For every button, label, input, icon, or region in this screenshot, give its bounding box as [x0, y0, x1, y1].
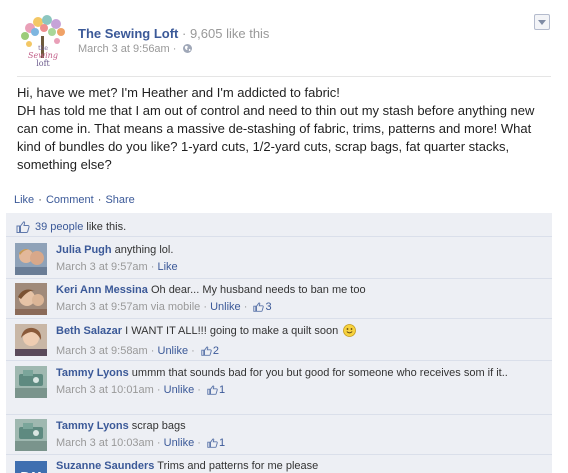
comment-link[interactable]: Comment — [46, 194, 94, 206]
message-line: Hi, have we met? I'm Heather and I'm add… — [17, 85, 340, 100]
thumbs-up-icon — [16, 221, 30, 236]
comment-meta: March 3 at 9:58am · Unlike · 2 — [56, 344, 546, 361]
comment-like-count[interactable]: 2 — [213, 345, 219, 357]
comment-author[interactable]: Beth Salazar — [56, 325, 122, 337]
like-link[interactable]: Like — [14, 194, 34, 206]
comment-author[interactable]: Tammy Lyons — [56, 367, 129, 379]
comment-author[interactable]: Julia Pugh — [56, 244, 112, 256]
feedback-section: 39 people like this. Julia Pugh anything… — [6, 213, 552, 473]
comment-text: anything lol. — [111, 244, 174, 256]
svg-text:loft: loft — [36, 59, 50, 68]
comment-time[interactable]: March 3 at 9:58am — [56, 345, 148, 357]
chevron-down-icon — [538, 20, 546, 25]
message-line: DH has told me that I am out of control … — [17, 103, 535, 172]
thumbs-up-icon — [207, 385, 218, 400]
comment: Keri Ann Messina Oh dear... My husband n… — [6, 279, 552, 319]
comment-meta: March 3 at 9:57am · Like — [56, 261, 178, 273]
comment-author[interactable]: Keri Ann Messina — [56, 284, 148, 296]
comment-author[interactable]: Tammy Lyons — [56, 420, 129, 432]
page-likes-count: · 9,605 like this — [178, 26, 270, 41]
comment: Beth Salazar I WANT IT ALL!!! going to m… — [6, 319, 552, 361]
avatar[interactable] — [15, 283, 47, 315]
post-timestamp[interactable]: March 3 at 9:56am — [78, 43, 170, 55]
comment-meta: March 3 at 10:01am · Unlike · 1 — [56, 383, 546, 400]
comment-time[interactable]: March 3 at 10:03am — [56, 437, 154, 449]
comment-unlike-link[interactable]: Unlike — [210, 301, 241, 313]
post-meta: March 3 at 9:56am · — [78, 43, 193, 57]
thumbs-up-icon — [207, 438, 218, 453]
comment-text: Trims and patterns for me please — [154, 460, 319, 472]
facebook-post: the Sewing loft The Sewing Loft · 9,605 … — [0, 0, 568, 473]
post-actions: Like · Comment · Share — [14, 194, 135, 206]
thumbs-up-icon — [253, 302, 265, 317]
comment-like-link[interactable]: Like — [158, 261, 178, 273]
page-name-link[interactable]: The Sewing Loft — [78, 26, 178, 41]
comment-time[interactable]: March 3 at 9:57am — [56, 261, 148, 273]
comment-time[interactable]: March 3 at 9:57am — [56, 301, 148, 313]
comment-author[interactable]: Suzanne Saunders — [56, 460, 154, 472]
comment-meta: March 3 at 9:57am via mobile · Unlike · … — [56, 300, 546, 317]
post-header: the Sewing loft The Sewing Loft · 9,605 … — [16, 14, 556, 70]
avatar[interactable] — [15, 243, 47, 275]
comment-text: ummm that sounds bad for you but good fo… — [128, 367, 508, 379]
post-message: Hi, have we met? I'm Heather and I'm add… — [17, 84, 552, 174]
comment-like-count[interactable]: 1 — [219, 437, 225, 449]
comment-like-count[interactable]: 1 — [219, 384, 225, 396]
comment-text: scrap bags — [128, 420, 186, 432]
comment: Julia Pugh anything lol. March 3 at 9:57… — [6, 237, 552, 279]
header-divider — [17, 76, 551, 77]
comment-text: Oh dear... My husband needs to ban me to… — [147, 284, 366, 296]
comment-unlike-link[interactable]: Unlike — [164, 437, 195, 449]
thumbs-up-icon — [201, 346, 212, 361]
comment-text: I WANT IT ALL!!! going to make a quilt s… — [122, 325, 342, 337]
avatar[interactable]: DH — [15, 461, 47, 473]
globe-icon — [182, 43, 193, 57]
comment-time[interactable]: March 3 at 10:01am — [56, 384, 154, 396]
comment: DH Suzanne Saunders Trims and patterns f… — [6, 455, 552, 473]
likers-link[interactable]: 39 people — [35, 221, 83, 233]
comment-meta: March 3 at 10:03am · Unlike · 1 — [56, 436, 546, 453]
likes-summary: 39 people like this. — [6, 215, 552, 237]
page-logo[interactable]: the Sewing loft — [16, 14, 70, 68]
avatar[interactable] — [15, 419, 47, 451]
post-title: The Sewing Loft · 9,605 like this — [78, 26, 269, 41]
avatar[interactable] — [15, 324, 47, 356]
comment-unlike-link[interactable]: Unlike — [164, 384, 195, 396]
smiley-icon — [343, 324, 357, 342]
comment: Tammy Lyons scrap bags March 3 at 10:03a… — [6, 415, 552, 455]
share-link[interactable]: Share — [105, 194, 134, 206]
comment: Tammy Lyons ummm that sounds bad for you… — [6, 361, 552, 415]
post-options-dropdown[interactable] — [534, 14, 550, 30]
avatar[interactable] — [15, 366, 47, 398]
comment-like-count[interactable]: 3 — [265, 301, 271, 313]
comment-unlike-link[interactable]: Unlike — [158, 345, 189, 357]
